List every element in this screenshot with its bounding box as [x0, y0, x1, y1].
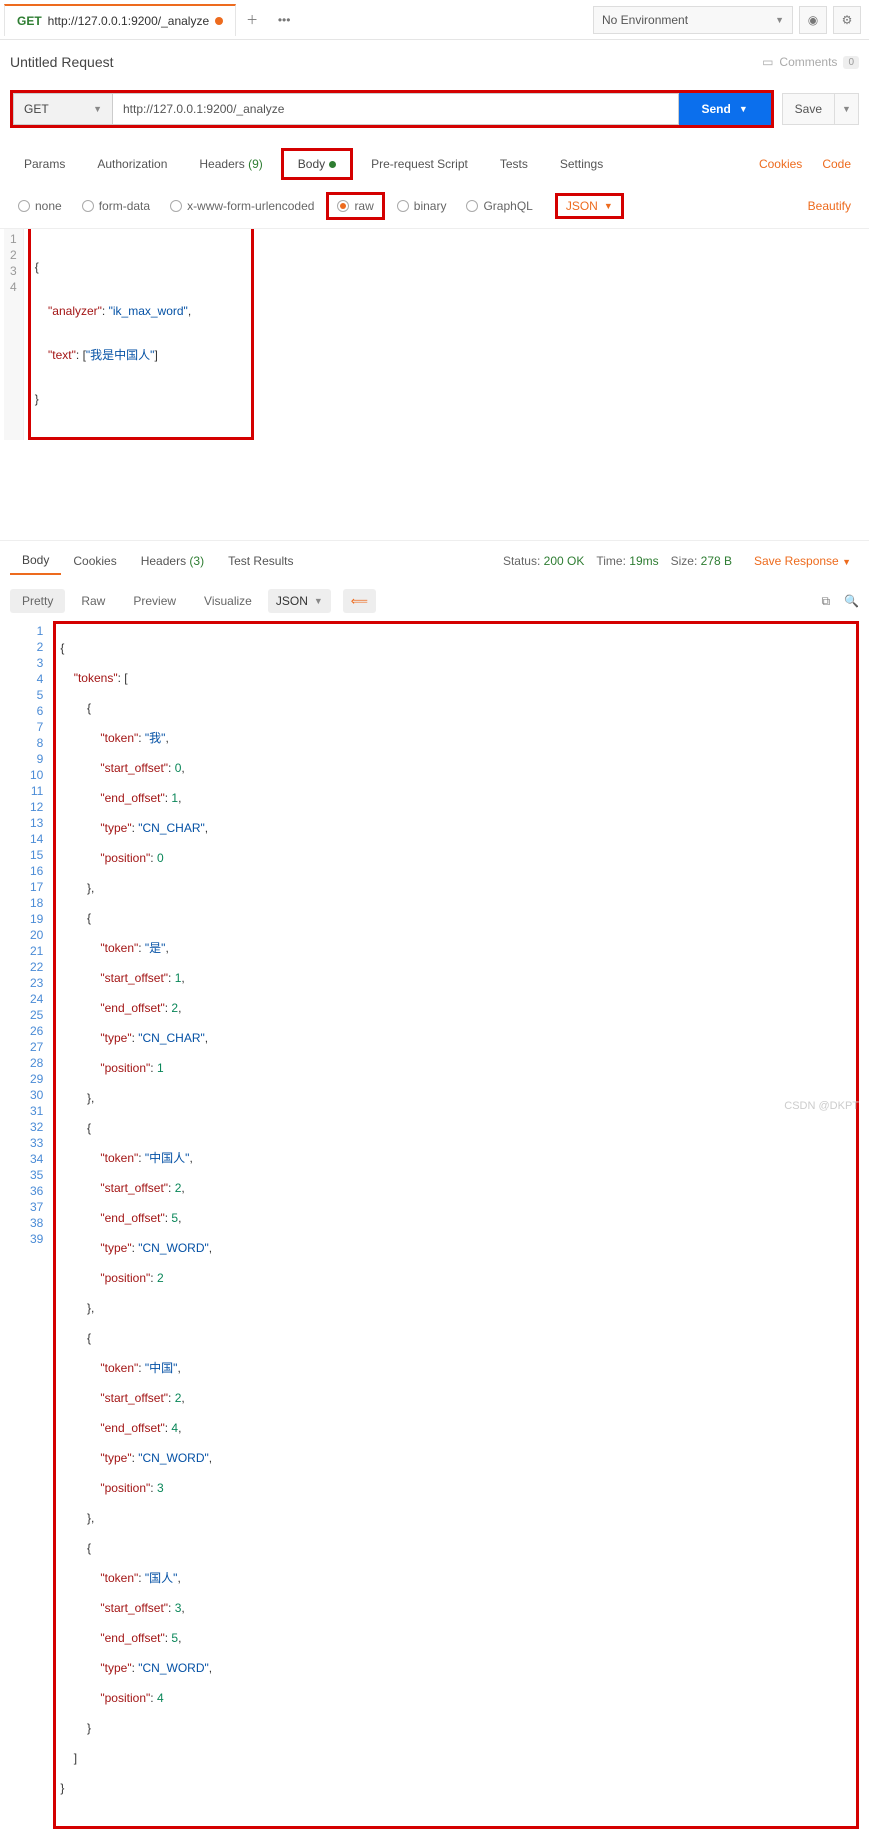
view-pretty[interactable]: Pretty: [10, 589, 65, 613]
body-binary[interactable]: binary: [389, 195, 455, 217]
tab-method: GET: [17, 14, 42, 28]
environment-select[interactable]: No Environment▼: [593, 6, 793, 34]
resp-tab-headers[interactable]: Headers (3): [129, 548, 216, 574]
resp-tab-body[interactable]: Body: [10, 547, 61, 575]
url-input[interactable]: [113, 93, 679, 125]
tab-headers[interactable]: Headers (9): [185, 151, 276, 177]
chevron-down-icon: ▼: [604, 201, 613, 211]
chevron-down-icon: ▼: [842, 557, 851, 567]
chevron-down-icon: ▼: [93, 104, 102, 114]
body-urlencoded[interactable]: x-www-form-urlencoded: [162, 195, 322, 217]
comments-count: 0: [843, 56, 859, 69]
tab-settings[interactable]: Settings: [546, 151, 617, 177]
response-gutter: 1234567891011121314151617181920212223242…: [10, 621, 53, 1829]
response-time: 19ms: [629, 554, 658, 568]
tab-params[interactable]: Params: [10, 151, 79, 177]
request-header: Untitled Request ▭ Comments 0: [0, 40, 869, 84]
resp-tab-tests[interactable]: Test Results: [216, 548, 305, 574]
save-response-button[interactable]: Save Response ▼: [746, 548, 859, 574]
request-gutter: 1234: [4, 229, 24, 440]
env-quicklook-button[interactable]: ◉: [799, 6, 827, 34]
eye-icon: ◉: [808, 13, 818, 27]
copy-button[interactable]: ⧉: [821, 594, 830, 609]
save-button[interactable]: Save: [782, 93, 835, 125]
response-toolbar: Pretty Raw Preview Visualize JSON▼ ⟸ ⧉ 🔍: [0, 581, 869, 621]
chevron-down-icon: ▼: [314, 596, 323, 606]
url-bar: GET▼ Send▼ Save ▼: [0, 84, 869, 134]
body-none[interactable]: none: [10, 195, 70, 217]
code-link[interactable]: Code: [814, 151, 859, 177]
comment-icon: ▭: [762, 55, 773, 69]
wrap-lines-button[interactable]: ⟸: [343, 589, 376, 613]
tab-authorization[interactable]: Authorization: [83, 151, 181, 177]
status-info: Status: 200 OK Time: 19ms Size: 278 B: [503, 554, 732, 568]
env-area: No Environment▼ ◉ ⚙: [593, 0, 869, 39]
request-body-editor[interactable]: { "analyzer": "ik_max_word", "text": ["我…: [28, 229, 254, 440]
response-format-select[interactable]: JSON▼: [268, 589, 331, 613]
body-type-row: none form-data x-www-form-urlencoded raw…: [0, 188, 869, 229]
comments-button[interactable]: ▭ Comments 0: [762, 55, 859, 69]
tab-overflow-button[interactable]: •••: [268, 4, 300, 36]
save-more-button[interactable]: ▼: [835, 93, 859, 125]
top-bar: GET http://127.0.0.1:9200/_analyze ＋ •••…: [0, 0, 869, 40]
gear-icon: ⚙: [842, 13, 853, 27]
view-raw[interactable]: Raw: [69, 589, 117, 613]
body-formdata[interactable]: form-data: [74, 195, 158, 217]
status-code: 200 OK: [544, 554, 585, 568]
body-indicator: [329, 161, 336, 168]
response-body: 1234567891011121314151617181920212223242…: [10, 621, 859, 1829]
settings-button[interactable]: ⚙: [833, 6, 861, 34]
tab-prerequest[interactable]: Pre-request Script: [357, 151, 482, 177]
body-graphql[interactable]: GraphQL: [458, 195, 540, 217]
tab-body[interactable]: Body: [281, 148, 353, 180]
send-button[interactable]: Send▼: [679, 93, 771, 125]
beautify-link[interactable]: Beautify: [800, 193, 859, 219]
request-title[interactable]: Untitled Request: [10, 54, 114, 70]
tab-tests[interactable]: Tests: [486, 151, 542, 177]
response-size: 278 B: [701, 554, 732, 568]
search-icon: 🔍: [844, 594, 859, 608]
copy-icon: ⧉: [821, 594, 830, 608]
view-visualize[interactable]: Visualize: [192, 589, 264, 613]
search-button[interactable]: 🔍: [844, 594, 859, 609]
chevron-down-icon: ▼: [775, 15, 784, 25]
method-select[interactable]: GET▼: [13, 93, 113, 125]
body-format-select[interactable]: JSON▼: [555, 193, 624, 219]
unsaved-indicator: [215, 17, 223, 25]
resp-tab-cookies[interactable]: Cookies: [61, 548, 128, 574]
response-header: Body Cookies Headers (3) Test Results St…: [0, 540, 869, 581]
request-tabs: GET http://127.0.0.1:9200/_analyze ＋ •••: [0, 0, 300, 39]
wrap-icon: ⟸: [351, 594, 368, 608]
request-body-code: { "analyzer": "ik_max_word", "text": ["我…: [31, 229, 195, 437]
watermark: CSDN @DKPT: [784, 1100, 859, 1112]
request-tab[interactable]: GET http://127.0.0.1:9200/_analyze: [4, 4, 236, 36]
view-preview[interactable]: Preview: [121, 589, 188, 613]
chevron-down-icon: ▼: [842, 104, 851, 114]
chevron-down-icon: ▼: [739, 104, 748, 114]
body-raw[interactable]: raw: [326, 192, 384, 220]
new-tab-button[interactable]: ＋: [236, 4, 268, 36]
tab-url: http://127.0.0.1:9200/_analyze: [48, 14, 209, 28]
request-section-tabs: Params Authorization Headers (9) Body Pr…: [0, 134, 869, 188]
cookies-link[interactable]: Cookies: [751, 151, 810, 177]
response-code[interactable]: { "tokens": [ { "token": "我", "start_off…: [53, 621, 859, 1829]
